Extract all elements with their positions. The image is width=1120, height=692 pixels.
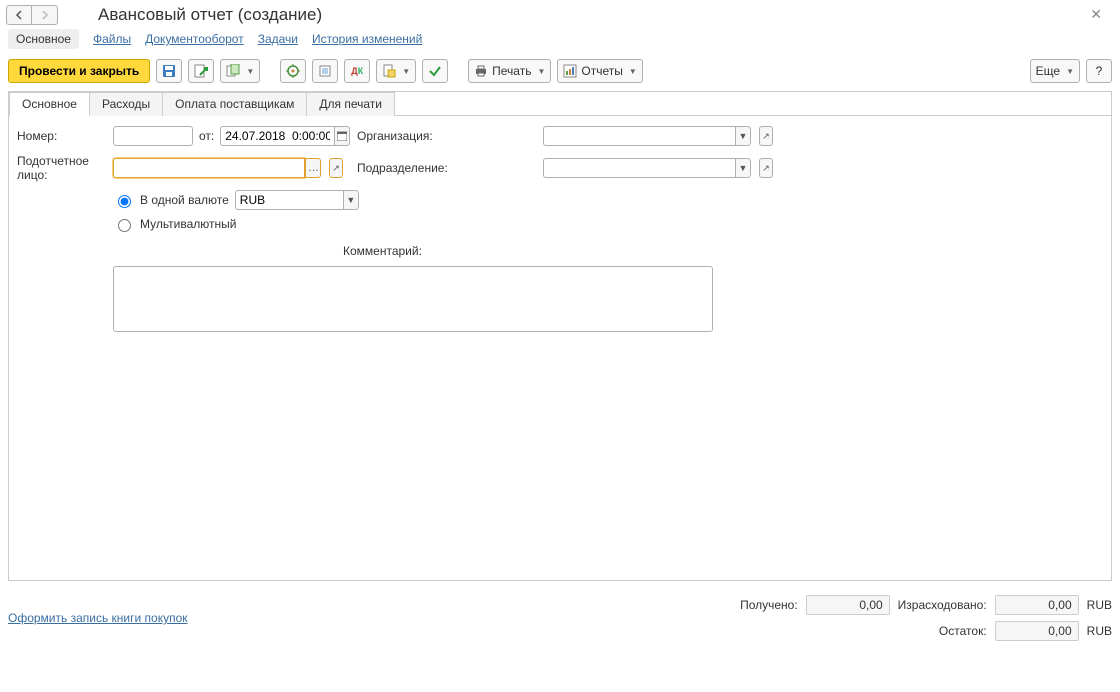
based-on-button[interactable]: ▼ (220, 59, 260, 83)
number-label: Номер: (17, 129, 113, 143)
currency-dropdown-button[interactable]: ▼ (343, 190, 359, 210)
nav-back-button[interactable] (6, 5, 32, 25)
dtkt-icon: ДК (351, 66, 363, 76)
printer-icon (474, 64, 488, 78)
person-open-button[interactable]: ↗ (329, 158, 343, 178)
nav-docflow[interactable]: Документооборот (145, 32, 244, 46)
nav-files[interactable]: Файлы (93, 32, 131, 46)
print-button[interactable]: Печать ▼ (468, 59, 551, 83)
adjust-icon (286, 64, 300, 78)
approve-button[interactable] (422, 59, 448, 83)
spent-label: Израсходовано: (898, 598, 987, 612)
more-button[interactable]: Еще ▼ (1030, 59, 1080, 83)
number-input[interactable] (113, 126, 193, 146)
attach-button[interactable]: ▼ (376, 59, 416, 83)
caret-down-icon: ▼ (246, 67, 254, 76)
person-input[interactable] (113, 158, 305, 178)
currency-1: RUB (1087, 598, 1112, 612)
settings-offset-button[interactable] (280, 59, 306, 83)
nav-tasks[interactable]: Задачи (258, 32, 298, 46)
attach-icon (382, 64, 396, 78)
nav-main[interactable]: Основное (8, 29, 79, 49)
dept-input[interactable] (543, 158, 735, 178)
dt-kt-button[interactable]: ДК (344, 59, 370, 83)
caret-down-icon: ▼ (402, 67, 410, 76)
org-input[interactable] (543, 126, 735, 146)
multi-currency-radio[interactable] (118, 219, 131, 232)
reports-button[interactable]: Отчеты ▼ (557, 59, 642, 83)
based-on-icon (226, 64, 240, 78)
date-input[interactable] (220, 126, 334, 146)
currency-2: RUB (1087, 624, 1112, 638)
save-icon (162, 64, 176, 78)
person-label: Подотчетное лицо: (17, 154, 113, 182)
page-title: Авансовый отчет (создание) (98, 5, 322, 25)
list-icon (318, 64, 332, 78)
dept-label: Подразделение: (343, 161, 543, 175)
single-currency-radio[interactable] (118, 195, 131, 208)
person-select-button[interactable]: … (305, 158, 321, 178)
remainder-label: Остаток: (898, 624, 987, 638)
remainder-value: 0,00 (995, 621, 1079, 641)
reports-label: Отчеты (581, 64, 622, 78)
received-label: Получено: (740, 598, 798, 612)
print-label: Печать (492, 64, 531, 78)
tab-main[interactable]: Основное (9, 92, 90, 116)
comment-textarea[interactable] (113, 266, 713, 332)
dept-open-button[interactable]: ↗ (759, 158, 773, 178)
more-label: Еще (1036, 64, 1060, 78)
org-label: Организация: (343, 129, 543, 143)
single-currency-label: В одной валюте (140, 193, 229, 207)
post-icon (194, 64, 208, 78)
org-open-button[interactable]: ↗ (759, 126, 773, 146)
arrow-right-icon (40, 10, 50, 20)
list-button[interactable] (312, 59, 338, 83)
nav-forward-button[interactable] (32, 5, 58, 25)
comment-label: Комментарий: (343, 240, 543, 258)
currency-input[interactable] (235, 190, 343, 210)
spent-value: 0,00 (995, 595, 1079, 615)
close-button[interactable]: ✕ (1084, 4, 1108, 25)
post-and-close-button[interactable]: Провести и закрыть (8, 59, 150, 83)
check-icon (428, 64, 442, 78)
caret-down-icon: ▼ (629, 67, 637, 76)
purchase-book-link[interactable]: Оформить запись книги покупок (8, 611, 188, 625)
reports-icon (563, 64, 577, 78)
arrow-left-icon (14, 10, 24, 20)
multi-currency-label: Мультивалютный (140, 217, 237, 231)
caret-down-icon: ▼ (1066, 67, 1074, 76)
caret-down-icon: ▼ (537, 67, 545, 76)
tab-expenses[interactable]: Расходы (90, 92, 163, 116)
tab-for-print[interactable]: Для печати (307, 92, 395, 116)
tab-supplier-payment[interactable]: Оплата поставщикам (163, 92, 307, 116)
received-value: 0,00 (806, 595, 890, 615)
post-button[interactable] (188, 59, 214, 83)
nav-history[interactable]: История изменений (312, 32, 422, 46)
org-dropdown-button[interactable]: ▼ (735, 126, 751, 146)
dept-dropdown-button[interactable]: ▼ (735, 158, 751, 178)
from-label: от: (199, 129, 214, 143)
help-button[interactable]: ? (1086, 59, 1112, 83)
save-button[interactable] (156, 59, 182, 83)
